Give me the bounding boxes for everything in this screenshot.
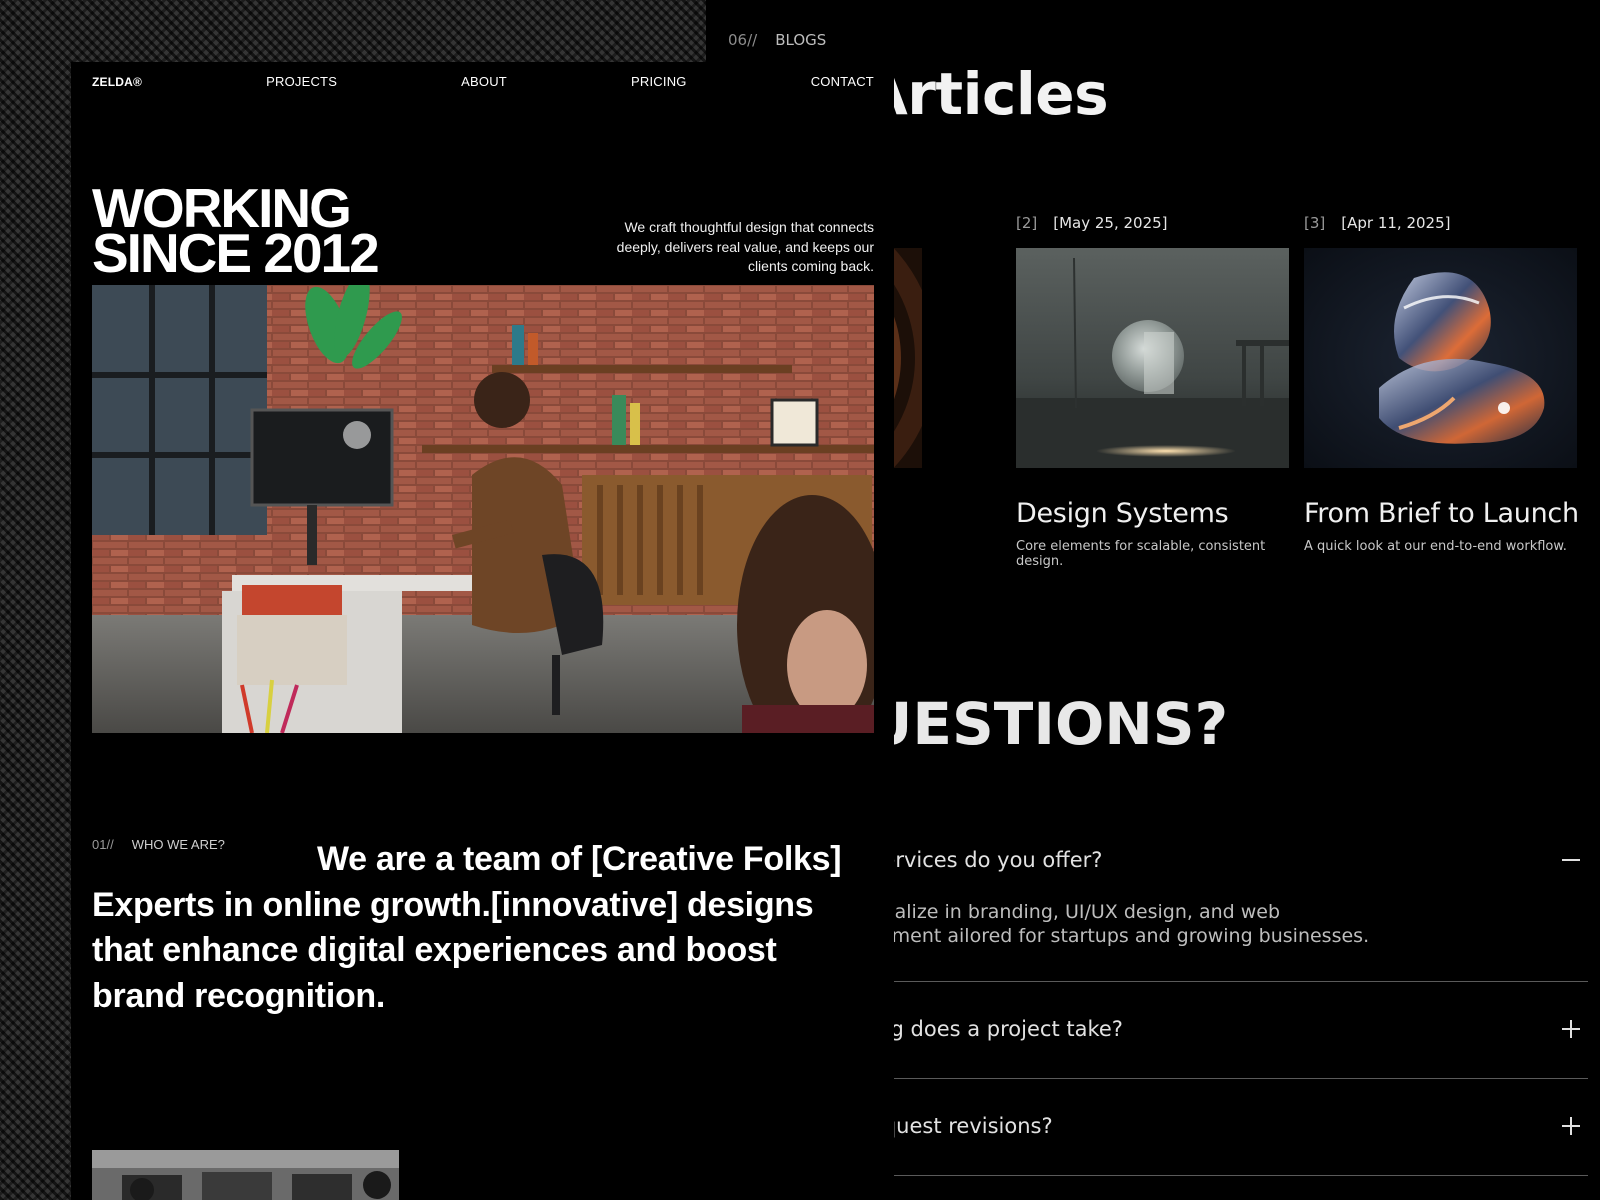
blogs-section-label: 06// BLOGS <box>728 31 826 49</box>
blog-card-title[interactable]: From Brief to Launch <box>1304 498 1579 529</box>
blog-card-title[interactable]: Design Systems <box>1016 498 1289 529</box>
about-statement: We are a team of [Creative Folks] Expert… <box>92 840 842 1015</box>
blog-card-desc: A quick look at our end-to-end workflow. <box>1304 539 1567 554</box>
blog-card[interactable]: [2] [May 25, 2025] Design Systems Core e… <box>1016 214 1289 569</box>
collapse-icon[interactable] <box>1562 851 1580 869</box>
homepage-panel: ZELDA® PROJECTS ABOUT PRICING CONTACT WO… <box>71 62 894 1200</box>
faq-item[interactable]: Vhat services do you offer? Ve specializ… <box>816 848 1588 948</box>
faq-question-row[interactable]: Vhat services do you offer? <box>816 848 1588 872</box>
faq-question-row[interactable]: an I request revisions? <box>816 1114 1588 1138</box>
blog-card-desc: Core elements for scalable, consistent d… <box>1016 539 1266 569</box>
expand-icon[interactable] <box>1562 1117 1580 1135</box>
faq-divider <box>816 1175 1588 1176</box>
foggy-sphere-image[interactable] <box>1016 248 1289 468</box>
top-nav: ZELDA® PROJECTS ABOUT PRICING CONTACT <box>92 74 874 89</box>
blogs-section-number: 06// <box>728 31 758 49</box>
logo[interactable]: ZELDA® <box>92 75 142 89</box>
blog-card-date: [Apr 11, 2025] <box>1341 214 1451 232</box>
glass-shape-image[interactable] <box>1304 248 1577 468</box>
blog-card-index: [3] <box>1304 214 1326 232</box>
blog-card-date: [May 25, 2025] <box>1053 214 1168 232</box>
faq-item[interactable]: an I request revisions? <box>816 1114 1588 1138</box>
expand-icon[interactable] <box>1562 1020 1580 1038</box>
office-workspace-photo <box>92 285 874 733</box>
blog-card-meta: [3] [Apr 11, 2025] <box>1304 214 1577 236</box>
faq-question-row[interactable]: low long does a project take? <box>816 1017 1588 1041</box>
faq-item[interactable]: low long does a project take? <box>816 1017 1588 1041</box>
hero-title-line: SINCE 2012 <box>92 222 380 284</box>
team-photo <box>92 1150 399 1200</box>
hero-title: WORKING SINCE 2012 <box>92 181 380 284</box>
faq-divider <box>816 1078 1588 1079</box>
nav-item-about[interactable]: ABOUT <box>461 74 507 89</box>
faq-divider <box>816 981 1588 982</box>
nav-item-pricing[interactable]: PRICING <box>631 74 687 89</box>
blog-card[interactable]: [3] [Apr 11, 2025] From Brief to Launch … <box>1304 214 1579 554</box>
nav-item-projects[interactable]: PROJECTS <box>266 74 337 89</box>
nav-item-contact[interactable]: CONTACT <box>811 74 874 89</box>
blog-card-meta: [2] [May 25, 2025] <box>1016 214 1289 236</box>
faq-answer: Ve specialize in branding, UI/UX design,… <box>816 901 1370 947</box>
hero-tagline: We craft thoughtful design that connects… <box>616 219 874 274</box>
blogs-section-name: BLOGS <box>775 31 827 49</box>
blog-card-index: [2] <box>1016 214 1038 232</box>
